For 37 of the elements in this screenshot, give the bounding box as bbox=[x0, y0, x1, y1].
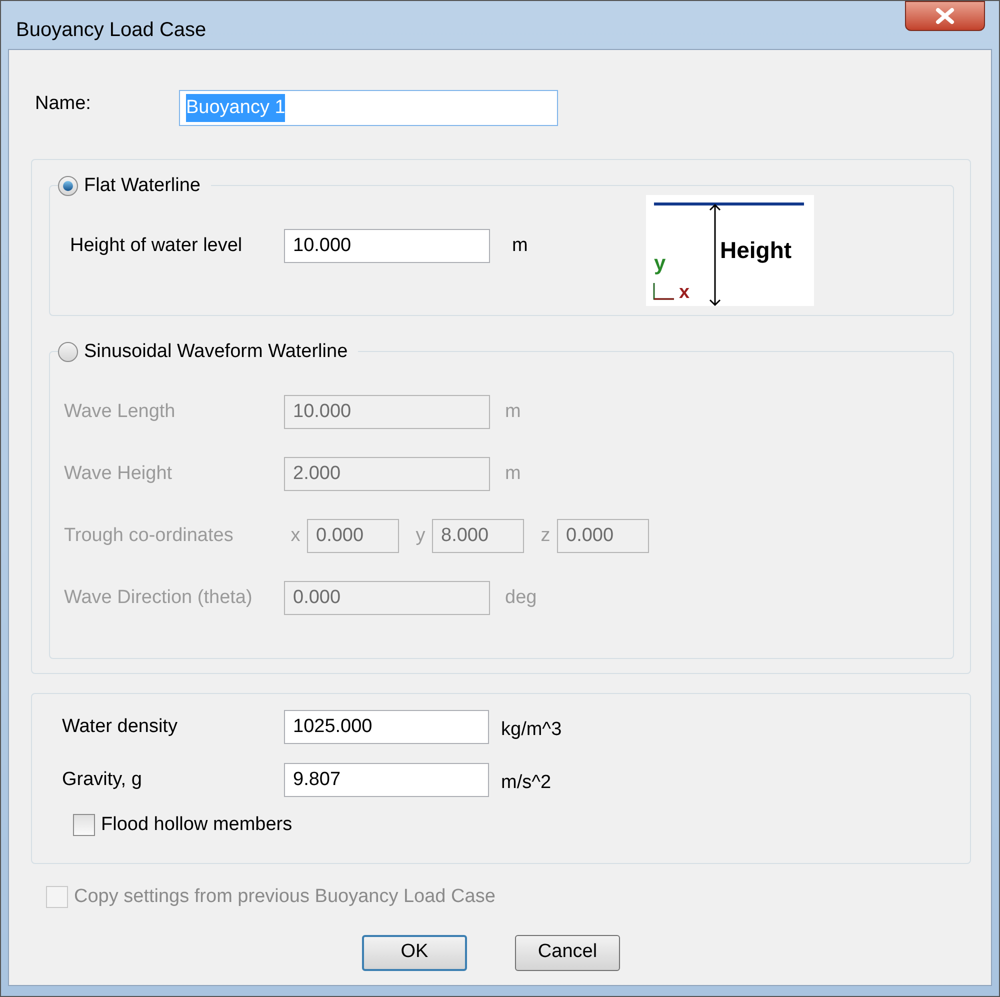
field-label: Trough co-ordinates bbox=[64, 524, 234, 548]
value-input-field[interactable]: 9.807 bbox=[284, 762, 489, 797]
unit-label: m bbox=[505, 462, 521, 486]
close-button[interactable] bbox=[905, 1, 985, 31]
field-label: Wave Height bbox=[64, 462, 174, 486]
close-icon bbox=[935, 8, 955, 24]
radio-label: Flat Waterline bbox=[84, 174, 200, 198]
radio-button[interactable] bbox=[58, 176, 78, 196]
value-input-field[interactable]: 1025.000 bbox=[284, 710, 489, 744]
axis-label: z bbox=[540, 524, 552, 548]
axis-label: y bbox=[414, 524, 426, 548]
field-label: Water density bbox=[62, 715, 178, 739]
checkbox[interactable] bbox=[73, 814, 95, 836]
unit-label: m bbox=[505, 400, 521, 424]
checkbox-label: Flood hollow members bbox=[101, 813, 292, 837]
diagram-label: Height bbox=[720, 239, 792, 262]
unit-label: m bbox=[512, 234, 528, 258]
axis-label: y bbox=[654, 253, 666, 274]
unit-label: deg bbox=[505, 586, 537, 610]
dialog-button[interactable]: Cancel bbox=[515, 934, 620, 970]
field-label: Gravity, g bbox=[62, 768, 143, 792]
unit-label: m/s^2 bbox=[501, 770, 552, 794]
dialog-button[interactable]: OK bbox=[362, 934, 467, 970]
checkbox-label: Copy settings from previous Buoyancy Load Case bbox=[74, 885, 496, 909]
name-input-field[interactable]: Buoyancy 1 bbox=[179, 90, 558, 126]
radio-label: Sinusoidal Waveform Waterline bbox=[84, 340, 348, 364]
field-label: Name: bbox=[35, 92, 92, 116]
unit-label: kg/m^3 bbox=[501, 718, 562, 742]
window-title: Buoyancy Load Case bbox=[16, 18, 206, 43]
height-arrow-icon bbox=[709, 204, 721, 307]
axis-label: x bbox=[290, 524, 302, 548]
field-label: Wave Direction (theta) bbox=[64, 586, 254, 610]
field-label: Height of water level bbox=[70, 234, 244, 258]
height-input-field[interactable]: 10.000 bbox=[284, 229, 490, 263]
field-label: Wave Length bbox=[64, 400, 176, 424]
axes-icon bbox=[652, 283, 674, 301]
axis-label: x bbox=[679, 283, 690, 302]
